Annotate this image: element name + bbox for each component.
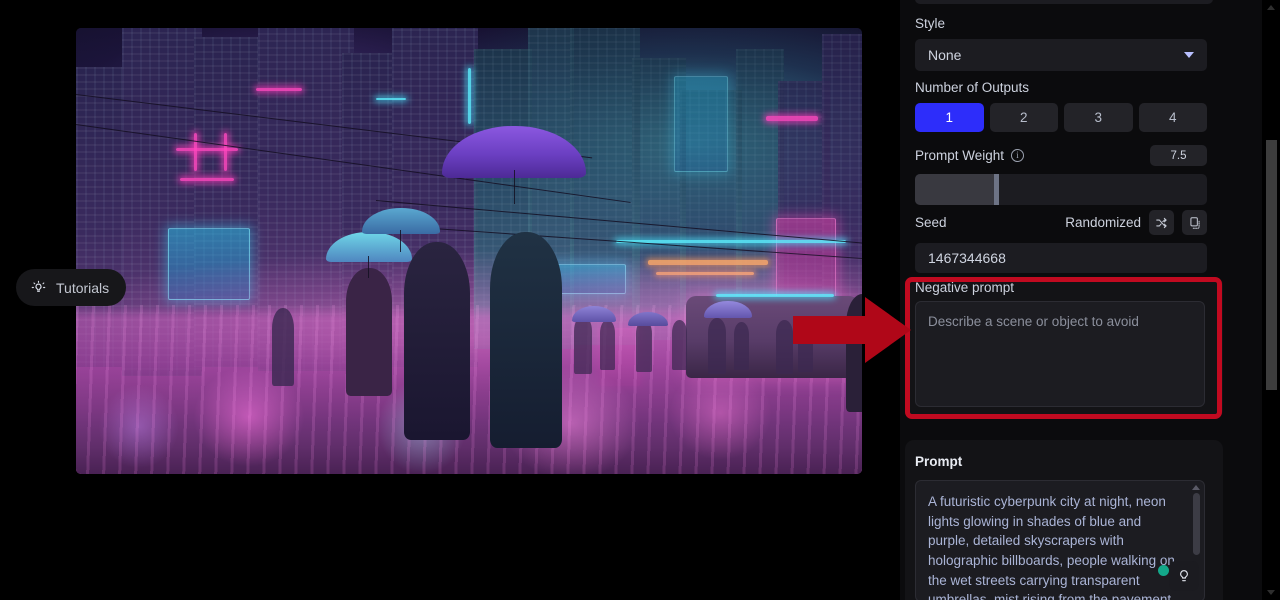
- negative-prompt-card: Negative prompt Describe a scene or obje…: [905, 277, 1223, 419]
- umbrella-stem: [514, 170, 515, 204]
- pedestrian-main: [404, 242, 470, 440]
- seed-group: Seed Randomized 1467344668: [915, 210, 1207, 273]
- prompt-value: A futuristic cyberpunk city at night, ne…: [928, 494, 1175, 600]
- red-arrow-annotation: [793, 297, 911, 368]
- prompt-weight-slider[interactable]: [915, 174, 1207, 205]
- seed-label: Seed: [915, 215, 947, 230]
- negative-prompt-label: Negative prompt: [915, 280, 1015, 295]
- pedestrian: [272, 308, 294, 386]
- umbrella-stem: [400, 230, 401, 252]
- app-root: Tutorials Style None Number of Outputs 1…: [0, 0, 1280, 600]
- status-dot: [1158, 565, 1169, 576]
- window-scrollbar[interactable]: [1264, 0, 1278, 600]
- prompt-label: Prompt: [915, 454, 963, 469]
- settings-panel: Style None Number of Outputs 1 2 3 4 Pro…: [900, 0, 1262, 600]
- slider-thumb[interactable]: [993, 174, 999, 205]
- scroll-up-arrow-icon[interactable]: [1267, 5, 1275, 10]
- outputs-option-1[interactable]: 1: [915, 103, 984, 132]
- info-icon[interactable]: i: [1011, 149, 1025, 162]
- pedestrian: [346, 268, 392, 396]
- outputs-label: Number of Outputs: [915, 80, 1030, 95]
- pedestrian: [636, 320, 652, 372]
- prompt-scrollbar[interactable]: [1193, 493, 1200, 555]
- lightbulb-icon: [1176, 568, 1192, 584]
- copy-icon[interactable]: [1182, 210, 1207, 235]
- outputs-segmented-control: 1 2 3 4: [915, 103, 1207, 132]
- prompt-input[interactable]: A futuristic cyberpunk city at night, ne…: [915, 480, 1205, 600]
- outputs-option-4[interactable]: 4: [1138, 103, 1207, 132]
- chevron-down-icon: [1184, 52, 1194, 58]
- cutoff-field-above: [915, 0, 1213, 4]
- prompt-weight-label: Prompt Weight: [915, 148, 1005, 163]
- pedestrian-main: [490, 232, 562, 448]
- pedestrian: [672, 320, 687, 370]
- seed-header: Seed Randomized: [915, 210, 1207, 235]
- outputs-group: Number of Outputs 1 2 3 4: [915, 80, 1207, 132]
- seed-mode-label: Randomized: [1065, 215, 1141, 230]
- tutorials-button[interactable]: Tutorials: [16, 269, 127, 306]
- outputs-option-3[interactable]: 3: [1064, 103, 1133, 132]
- image-canvas-area: Tutorials: [0, 0, 900, 600]
- style-selected-value: None: [928, 47, 962, 63]
- pedestrian: [574, 316, 592, 374]
- style-group: Style None: [915, 16, 1207, 71]
- outputs-option-2[interactable]: 2: [989, 103, 1058, 132]
- tutorials-label: Tutorials: [56, 279, 110, 296]
- prompt-weight-header: Prompt Weight i 7.5: [915, 145, 1207, 166]
- seed-input[interactable]: 1467344668: [915, 243, 1207, 273]
- pedestrian: [708, 318, 726, 374]
- slider-fill: [915, 174, 994, 205]
- pedestrian: [776, 320, 793, 374]
- prompt-scroll-up-icon[interactable]: [1192, 485, 1200, 490]
- umbrella-stem: [368, 256, 369, 278]
- prompt-weight-group: Prompt Weight i 7.5: [915, 145, 1207, 205]
- negative-prompt-placeholder: Describe a scene or object to avoid: [928, 314, 1139, 329]
- help-button[interactable]: [1169, 561, 1199, 591]
- pedestrian: [600, 320, 615, 370]
- negative-prompt-input[interactable]: Describe a scene or object to avoid: [915, 301, 1205, 407]
- style-select[interactable]: None: [915, 39, 1207, 71]
- scrollbar-thumb[interactable]: [1266, 140, 1277, 390]
- pedestrian: [734, 322, 749, 370]
- shuffle-icon[interactable]: [1149, 210, 1174, 235]
- seed-value: 1467344668: [928, 250, 1006, 266]
- style-label: Style: [915, 16, 946, 31]
- prompt-weight-value: 7.5: [1150, 145, 1207, 166]
- scroll-down-arrow-icon[interactable]: [1267, 590, 1275, 595]
- generated-image-preview[interactable]: [76, 28, 862, 474]
- lightbulb-sparkle-icon: [30, 279, 47, 296]
